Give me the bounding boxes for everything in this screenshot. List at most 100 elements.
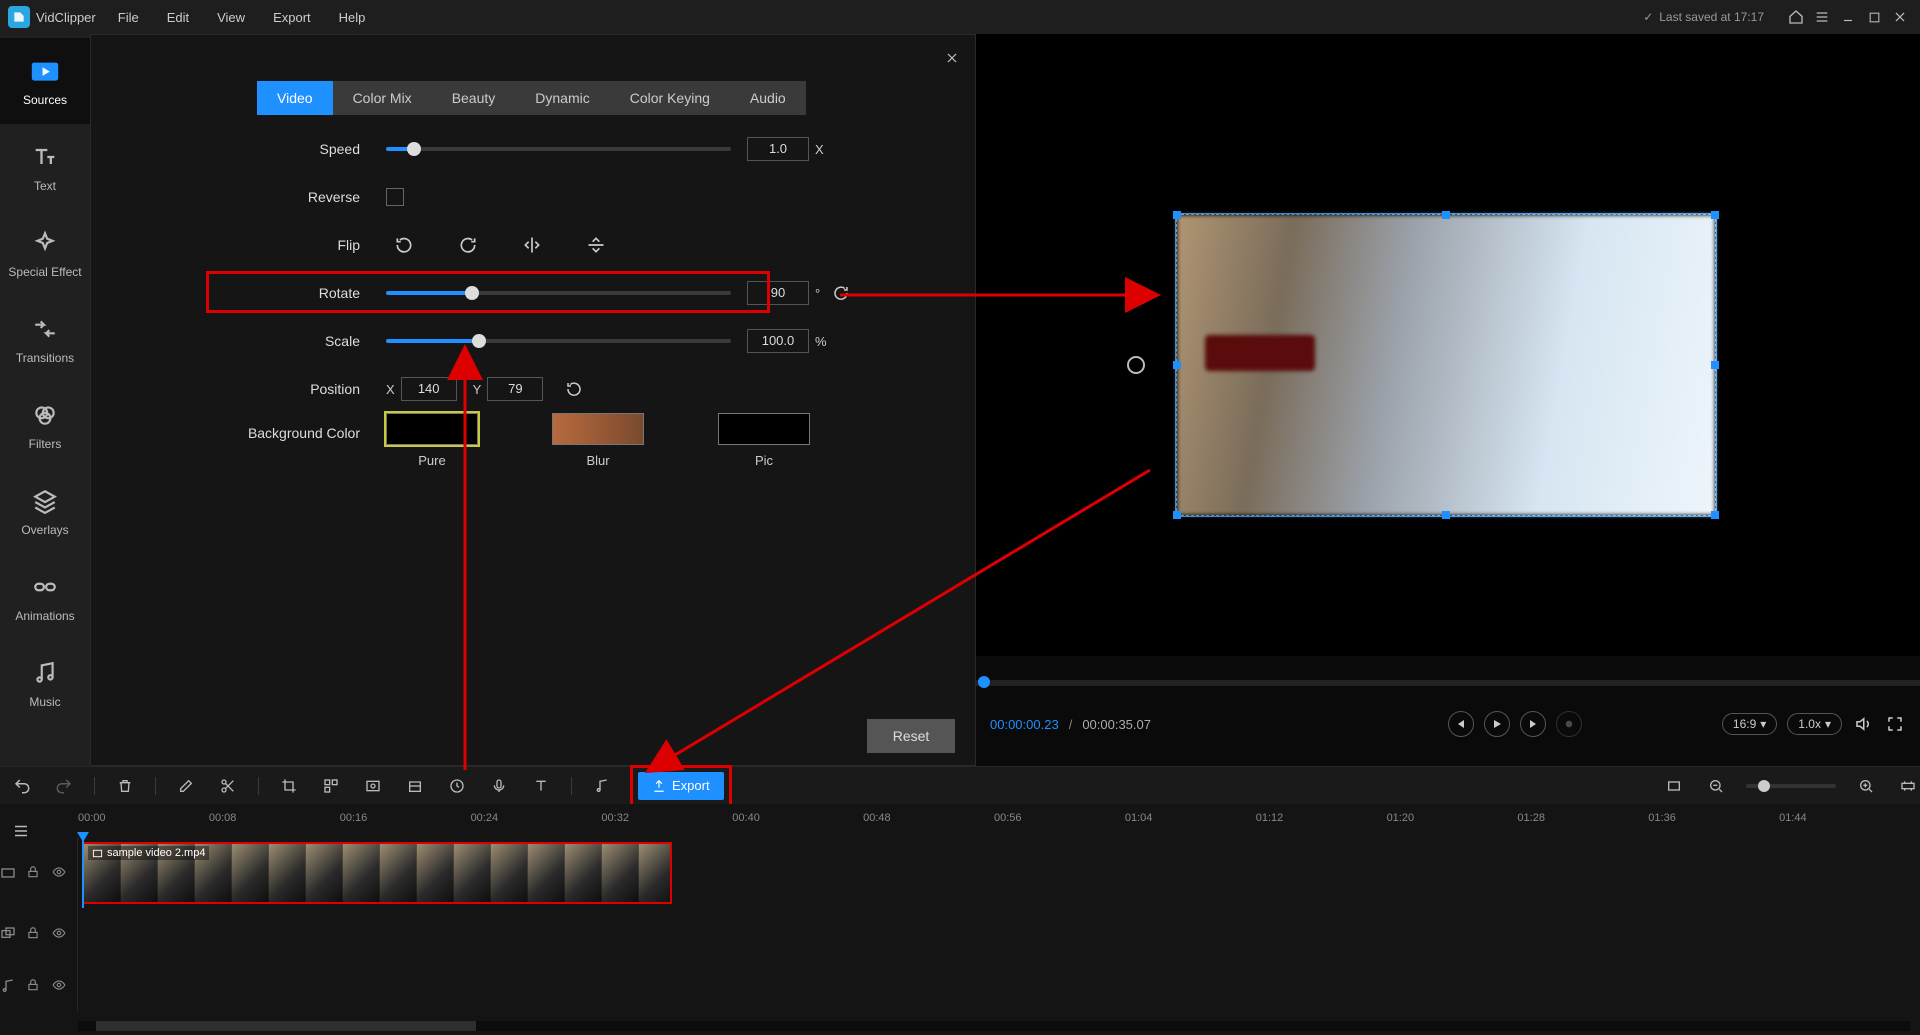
zoom-pan-icon[interactable]	[403, 774, 427, 798]
close-panel-icon[interactable]	[941, 47, 963, 69]
timeline-playhead[interactable]	[82, 838, 84, 908]
sidebar-item-transitions[interactable]: Transitions	[0, 296, 90, 382]
timeline-zoom-slider[interactable]	[1746, 784, 1836, 788]
lock-icon[interactable]	[26, 978, 41, 994]
lock-icon[interactable]	[26, 865, 41, 881]
app-logo	[8, 6, 30, 28]
bgcolor-pure[interactable]: Pure	[386, 413, 478, 468]
ruler-tick: 00:24	[471, 812, 499, 824]
rotate-handle-icon[interactable]	[1127, 356, 1145, 374]
menu-view[interactable]: View	[217, 10, 245, 25]
menu-file[interactable]: File	[118, 10, 139, 25]
tab-dynamic[interactable]: Dynamic	[515, 81, 609, 115]
sidebar-item-filters[interactable]: Filters	[0, 382, 90, 468]
text-tool-icon[interactable]	[529, 774, 553, 798]
reset-button[interactable]: Reset	[867, 719, 955, 753]
seek-thumb[interactable]	[978, 676, 990, 688]
undo-icon[interactable]	[10, 774, 34, 798]
redo-icon[interactable]	[52, 774, 76, 798]
flip-vertical-icon[interactable]	[578, 231, 614, 259]
flip-label: Flip	[211, 237, 386, 253]
export-button[interactable]: Export	[638, 772, 724, 800]
prev-frame-icon[interactable]	[1448, 711, 1474, 737]
position-y-input[interactable]: 79	[487, 377, 543, 401]
lock-icon[interactable]	[26, 926, 41, 942]
sidebar-item-sources[interactable]: Sources	[0, 38, 90, 124]
position-reset-icon[interactable]	[561, 375, 587, 403]
detach-audio-icon[interactable]	[590, 774, 614, 798]
playback-speed-select[interactable]: 1.0x▾	[1787, 713, 1842, 735]
crop-icon[interactable]	[277, 774, 301, 798]
play-icon[interactable]	[1484, 711, 1510, 737]
resize-handle[interactable]	[1442, 211, 1450, 219]
eye-icon[interactable]	[51, 978, 67, 994]
aspect-ratio-select[interactable]: 16:9▾	[1722, 713, 1777, 735]
zoom-out-icon[interactable]	[1704, 774, 1728, 798]
fit-timeline-icon[interactable]	[1896, 774, 1920, 798]
rotate-cw-icon[interactable]	[450, 231, 486, 259]
position-x-input[interactable]: 140	[401, 377, 457, 401]
menu-help[interactable]: Help	[339, 10, 366, 25]
freeze-frame-icon[interactable]	[361, 774, 385, 798]
edit-pen-icon[interactable]	[174, 774, 198, 798]
sidebar-item-label: Sources	[23, 93, 67, 107]
preview-selection-frame[interactable]	[1176, 214, 1716, 516]
eye-icon[interactable]	[51, 865, 67, 881]
resize-handle[interactable]	[1442, 511, 1450, 519]
close-window-icon[interactable]	[1888, 5, 1912, 29]
resize-handle[interactable]	[1173, 511, 1181, 519]
timeline-ruler[interactable]: 00:0000:0800:1600:2400:3200:4000:4800:56…	[78, 812, 1910, 832]
stop-icon[interactable]	[1556, 711, 1582, 737]
resize-handle[interactable]	[1711, 211, 1719, 219]
rotate-ccw-icon[interactable]	[386, 231, 422, 259]
tab-beauty[interactable]: Beauty	[432, 81, 516, 115]
zoom-in-icon[interactable]	[1854, 774, 1878, 798]
speed-input[interactable]: 1.0	[747, 137, 809, 161]
duration-icon[interactable]	[445, 774, 469, 798]
flip-horizontal-icon[interactable]	[514, 231, 550, 259]
rotate-reset-icon[interactable]	[828, 279, 854, 307]
scale-input[interactable]: 100.0	[747, 329, 809, 353]
video-track-icon	[0, 865, 16, 881]
resize-handle[interactable]	[1173, 361, 1181, 369]
bgcolor-pic[interactable]: Pic	[718, 413, 810, 468]
fullscreen-icon[interactable]	[1884, 713, 1906, 735]
sidebar-item-text[interactable]: Text	[0, 124, 90, 210]
minimize-icon[interactable]	[1836, 5, 1860, 29]
menu-edit[interactable]: Edit	[167, 10, 189, 25]
sidebar-item-animations[interactable]: Animations	[0, 554, 90, 640]
timeline-scrollbar[interactable]	[78, 1021, 1910, 1031]
hamburger-icon[interactable]	[1810, 5, 1834, 29]
next-frame-icon[interactable]	[1520, 711, 1546, 737]
resize-handle[interactable]	[1173, 211, 1181, 219]
scale-slider[interactable]	[386, 339, 731, 343]
sidebar-item-special-effect[interactable]: Special Effect	[0, 210, 90, 296]
mosaic-icon[interactable]	[319, 774, 343, 798]
menu-export[interactable]: Export	[273, 10, 311, 25]
tab-color-mix[interactable]: Color Mix	[333, 81, 432, 115]
tab-audio[interactable]: Audio	[730, 81, 806, 115]
rotate-slider[interactable]	[386, 291, 731, 295]
delete-icon[interactable]	[113, 774, 137, 798]
volume-icon[interactable]	[1852, 713, 1874, 735]
tab-color-keying[interactable]: Color Keying	[610, 81, 730, 115]
eye-icon[interactable]	[51, 926, 67, 942]
timeline-clip[interactable]: sample video 2.mp4	[82, 842, 672, 904]
scale-label: Scale	[211, 333, 386, 349]
preview-canvas[interactable]	[976, 34, 1920, 656]
home-icon[interactable]	[1784, 5, 1808, 29]
resize-handle[interactable]	[1711, 361, 1719, 369]
resize-handle[interactable]	[1711, 511, 1719, 519]
record-voice-icon[interactable]	[487, 774, 511, 798]
sidebar-item-music[interactable]: Music	[0, 640, 90, 726]
tab-video[interactable]: Video	[257, 81, 333, 115]
sidebar-item-overlays[interactable]: Overlays	[0, 468, 90, 554]
speed-slider[interactable]	[386, 147, 731, 151]
snap-icon[interactable]	[1662, 774, 1686, 798]
bgcolor-blur[interactable]: Blur	[552, 413, 644, 468]
reverse-checkbox[interactable]	[386, 188, 404, 206]
video-properties-panel: Video Color Mix Beauty Dynamic Color Key…	[90, 34, 976, 766]
maximize-icon[interactable]	[1862, 5, 1886, 29]
preview-seek-bar[interactable]	[976, 680, 1920, 686]
split-scissors-icon[interactable]	[216, 774, 240, 798]
